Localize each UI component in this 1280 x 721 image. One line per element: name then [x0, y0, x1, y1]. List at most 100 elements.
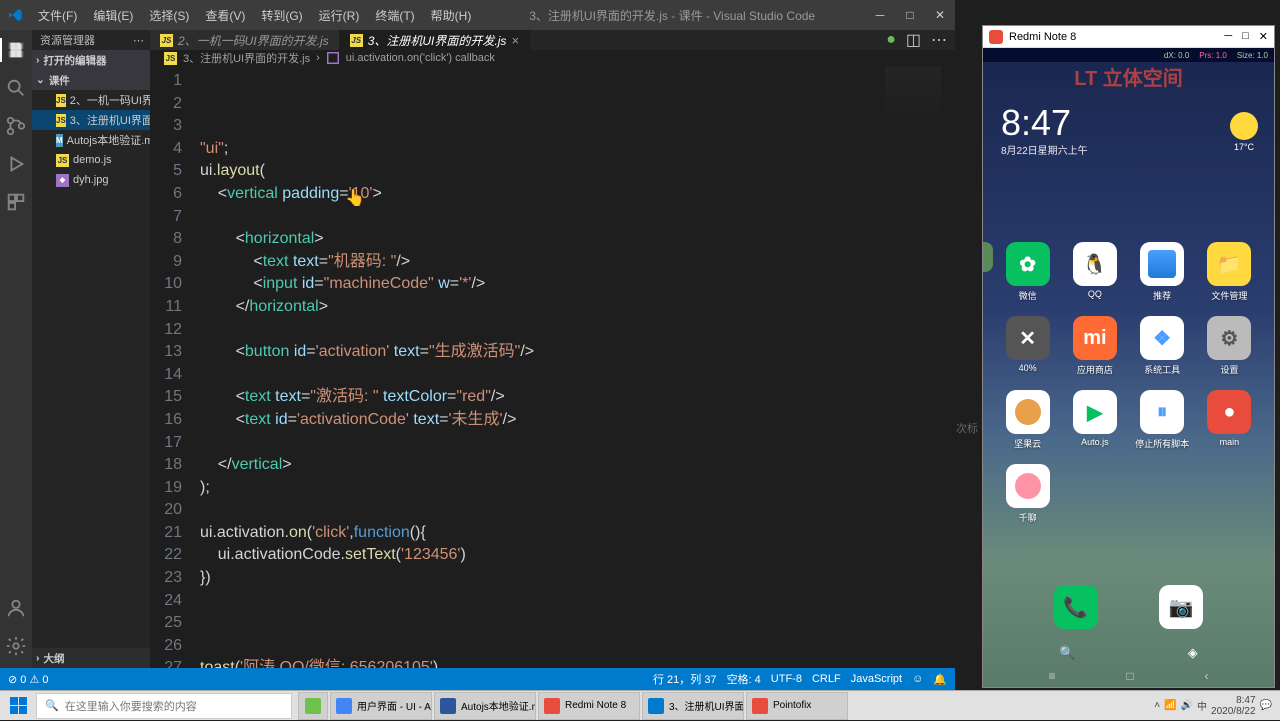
taskbar-app[interactable]: Pointofix [746, 692, 848, 720]
file-item[interactable]: ◆dyh.jpg [32, 170, 150, 190]
menu-item[interactable]: 终端(T) [367, 7, 422, 24]
recents-button[interactable]: ≡ [1048, 669, 1055, 683]
menu-item[interactable]: 编辑(E) [85, 7, 141, 24]
maximize-button[interactable]: □ [895, 0, 925, 30]
search-icon[interactable]: 🔍 [1059, 645, 1075, 661]
taskbar-app[interactable]: 用户界面 - UI - Au... [330, 692, 432, 720]
taskbar-app[interactable] [298, 692, 328, 720]
app-icon: ⏸ [1140, 390, 1184, 434]
cursor-pos[interactable]: 行 21，列 37 [653, 671, 717, 687]
folder-section[interactable]: ⌄课件 [32, 70, 150, 90]
clock[interactable]: 8:472020/8/22 [1211, 695, 1256, 717]
minimize-button[interactable]: ─ [865, 0, 895, 30]
breadcrumb[interactable]: JS 3、注册机UI界面的开发.js › ui.activation.on('c… [150, 50, 955, 66]
indent[interactable]: 空格: 4 [727, 671, 761, 687]
breadcrumb-file[interactable]: 3、注册机UI界面的开发.js [183, 50, 310, 66]
vscode-logo [0, 7, 30, 23]
window-controls: ─ □ ✕ [865, 0, 955, 30]
file-item[interactable]: JS3、注册机UI界面的开... [32, 110, 150, 130]
app-launcher[interactable]: ⏸停止所有脚本 [1132, 390, 1193, 450]
more-icon[interactable]: ⋯ [133, 34, 142, 47]
app-launcher[interactable]: 🐧QQ [1064, 242, 1125, 302]
taskbar-apps: 用户界面 - UI - Au...Autojs本地验证.m...Redmi No… [298, 692, 850, 720]
taskbar-app[interactable]: 3、注册机UI界面... [642, 692, 744, 720]
taskbar-search[interactable]: 🔍 在这里输入你要搜索的内容 [36, 693, 292, 719]
menu-item[interactable]: 查看(V) [197, 7, 253, 24]
js-icon: JS [160, 34, 173, 47]
outline-section[interactable]: ›大纲 [32, 648, 150, 668]
file-item[interactable]: JSdemo.js [32, 150, 150, 170]
menu-item[interactable]: 文件(F) [30, 7, 85, 24]
taskbar-app[interactable]: Autojs本地验证.m... [434, 692, 536, 720]
split-icon[interactable]: ◫ [906, 30, 921, 50]
app-launcher[interactable]: 坚果云 [997, 390, 1058, 450]
chevron-up-icon[interactable]: ˄ [1154, 700, 1160, 711]
app-launcher[interactable]: ✕40% [997, 316, 1058, 376]
scm-icon[interactable] [4, 114, 28, 138]
ime-icon[interactable]: 中 [1197, 698, 1207, 713]
problems[interactable]: ⊘ 0 ⚠ 0 [8, 673, 48, 686]
editor-tab[interactable]: JS2、一机一码UI界面的开发.js [150, 30, 340, 50]
app-launcher[interactable]: 📁文件管理 [1199, 242, 1260, 302]
menu-item[interactable]: 运行(R) [311, 7, 368, 24]
app-launcher[interactable]: ▶Auto.js [1064, 390, 1125, 450]
encoding[interactable]: UTF-8 [771, 673, 802, 685]
breadcrumb-symbol[interactable]: ui.activation.on('click') callback [346, 52, 495, 64]
clock: 8:47 [1001, 102, 1088, 144]
close-icon[interactable]: × [511, 33, 519, 48]
system-tray[interactable]: ˄ 📶 🔊 中 8:472020/8/22 💬 [1146, 695, 1280, 717]
app-launcher[interactable]: mi应用商店 [1064, 316, 1125, 376]
file-icon: M [56, 134, 63, 147]
app-launcher[interactable]: ✿微信 [997, 242, 1058, 302]
back-button[interactable]: ‹ [1205, 669, 1209, 683]
home-button[interactable]: □ [1126, 669, 1133, 683]
notifications-icon[interactable]: 💬 [1260, 700, 1272, 711]
camera-app[interactable]: 📷 [1159, 585, 1203, 629]
settings-icon[interactable] [4, 634, 28, 658]
phone-app[interactable]: 📞 [1054, 585, 1098, 629]
minimap[interactable] [885, 66, 941, 126]
app-launcher[interactable]: ⚙设置 [1199, 316, 1260, 376]
account-icon[interactable] [4, 596, 28, 620]
app-icon [1006, 390, 1050, 434]
js-icon: JS [164, 52, 177, 65]
explorer-icon[interactable] [4, 38, 28, 62]
close-button[interactable]: ✕ [1259, 30, 1268, 43]
phone-screen[interactable]: LT 立体空间 8:47 8月22日星期六上午 17°C ✿微信🐧QQ推荐📁文件… [983, 62, 1274, 687]
network-icon[interactable]: 📶 [1164, 700, 1176, 711]
menu-item[interactable]: 帮助(H) [423, 7, 480, 24]
app-launcher[interactable]: 推荐 [1132, 242, 1193, 302]
windows-taskbar: 🔍 在这里输入你要搜索的内容 用户界面 - UI - Au...Autojs本地… [0, 690, 1280, 720]
app-launcher[interactable]: ●main [1199, 390, 1260, 450]
menu-item[interactable]: 选择(S) [141, 7, 197, 24]
app-launcher[interactable]: ❖系统工具 [1132, 316, 1193, 376]
tab-actions: ● ◫ ⋯ [886, 30, 955, 50]
run-icon[interactable] [4, 152, 28, 176]
run-icon[interactable]: ● [886, 31, 896, 49]
code-lines[interactable]: "ui";ui.layout( <vertical padding='10'> … [200, 66, 534, 668]
file-icon: ◆ [56, 174, 69, 187]
file-item[interactable]: MAutojs本地验证.md [32, 130, 150, 150]
editor-tab[interactable]: JS3、注册机UI界面的开发.js× [340, 30, 530, 50]
menu-item[interactable]: 转到(G) [253, 7, 310, 24]
bell-icon[interactable]: 🔔 [933, 673, 947, 686]
start-button[interactable] [0, 691, 36, 721]
search-icon[interactable] [4, 76, 28, 100]
volume-icon[interactable]: 🔊 [1181, 700, 1193, 711]
feedback-icon[interactable]: ☺ [912, 673, 923, 685]
minimize-button[interactable]: ─ [1224, 30, 1232, 43]
assistant-icon[interactable]: ◈ [1188, 645, 1198, 661]
app-launcher[interactable]: 千聊 [997, 464, 1058, 524]
code-area[interactable]: 1234567891011121314151617181920212223242… [150, 66, 955, 668]
maximize-button[interactable]: □ [1242, 30, 1249, 43]
file-item[interactable]: JS2、一机一码UI界面的... [32, 90, 150, 110]
eol[interactable]: CRLF [812, 673, 841, 685]
language[interactable]: JavaScript [851, 673, 902, 685]
app-icon: ▶ [1073, 390, 1117, 434]
weather-widget[interactable]: 17°C [1230, 112, 1258, 152]
taskbar-app[interactable]: Redmi Note 8 [538, 692, 640, 720]
more-icon[interactable]: ⋯ [931, 30, 945, 50]
close-button[interactable]: ✕ [925, 0, 955, 30]
open-editors-section[interactable]: ›打开的编辑器 [32, 50, 150, 70]
extensions-icon[interactable] [4, 190, 28, 214]
